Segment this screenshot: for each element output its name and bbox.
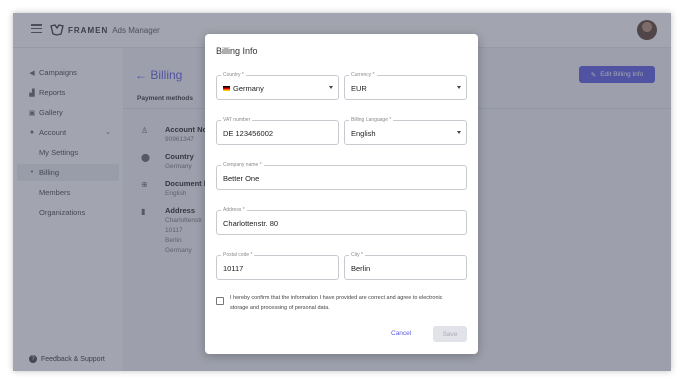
city-field[interactable]: City * Berlin <box>344 252 467 280</box>
currency-select-label: Currency * <box>349 72 377 79</box>
address-field-value: Charlottenstr. 80 <box>223 219 279 228</box>
company-name-field[interactable]: Company name * Better One <box>216 162 467 190</box>
dropdown-arrow-icon <box>457 131 461 134</box>
consent-text: I hereby confirm that the information I … <box>230 295 443 311</box>
country-select-value: Germany <box>233 84 264 93</box>
city-value: Berlin <box>351 264 371 273</box>
country-select-label: Country * <box>221 72 246 79</box>
vat-number-label: VAT number <box>221 117 253 124</box>
vat-number-field[interactable]: VAT number DE 123456002 <box>216 117 339 145</box>
dialog-title: Billing Info <box>216 46 258 56</box>
billing-language-label: Billing Language * <box>349 117 394 124</box>
address-field-label: Address * <box>221 207 247 214</box>
billing-language-select[interactable]: Billing Language * English <box>344 117 467 145</box>
billing-language-value: English <box>351 129 376 138</box>
germany-flag-icon <box>223 86 230 91</box>
dropdown-arrow-icon <box>329 86 333 89</box>
postal-code-value: 10117 <box>223 264 244 273</box>
dropdown-arrow-icon <box>457 86 461 89</box>
consent-checkbox[interactable] <box>216 297 224 305</box>
company-name-label: Company name * <box>221 162 264 169</box>
currency-select[interactable]: Currency * EUR <box>344 72 467 100</box>
city-label: City * <box>349 252 365 259</box>
cancel-button[interactable]: Cancel <box>391 330 411 337</box>
currency-select-value: EUR <box>351 84 367 93</box>
billing-info-dialog: Billing Info Country * Germany Currency … <box>205 34 478 354</box>
address-field[interactable]: Address * Charlottenstr. 80 <box>216 207 467 235</box>
vat-number-value: DE 123456002 <box>223 129 274 138</box>
country-select[interactable]: Country * Germany <box>216 72 339 100</box>
company-name-value: Better One <box>223 174 260 183</box>
postal-code-field[interactable]: Postal code * 10117 <box>216 252 339 280</box>
postal-code-label: Postal code * <box>221 252 255 259</box>
save-button[interactable]: Save <box>433 326 467 342</box>
